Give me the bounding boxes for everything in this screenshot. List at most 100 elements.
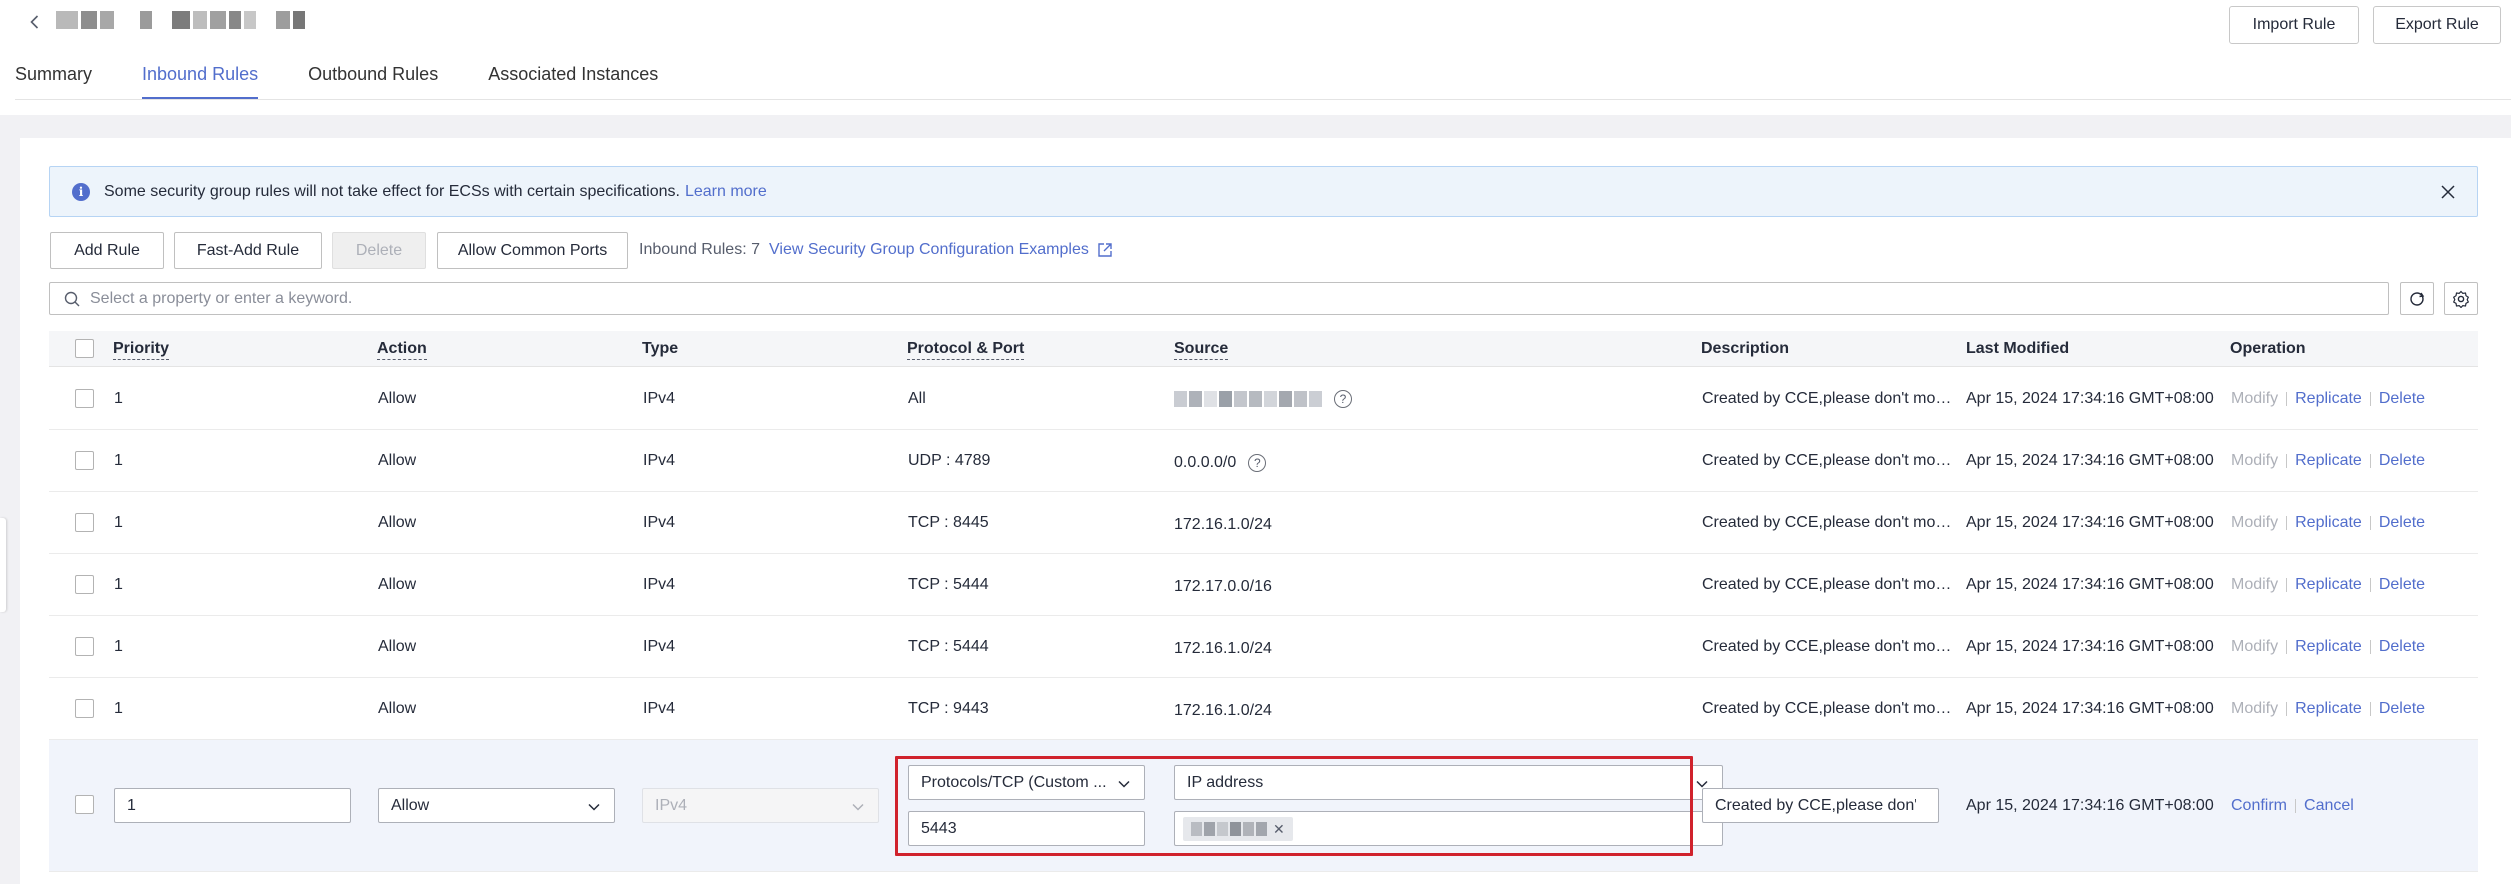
- add-rule-button[interactable]: Add Rule: [50, 232, 164, 269]
- source-cell: 172.16.1.0/24: [1174, 492, 1272, 554]
- col-protocol-port[interactable]: Protocol & Port: [907, 331, 1025, 367]
- info-icon: i: [72, 182, 90, 201]
- replicate-link[interactable]: Replicate: [2295, 514, 2362, 531]
- description-cell: Created by CCE,please don't modify!: [1702, 390, 1952, 407]
- col-type: Type: [642, 340, 679, 357]
- separator: [2286, 391, 2288, 406]
- source-cell: 172.16.1.0/24: [1174, 678, 1272, 740]
- modify-link[interactable]: Modify: [2231, 514, 2278, 531]
- import-rule-button[interactable]: Import Rule: [2229, 6, 2359, 44]
- delete-link[interactable]: Delete: [2379, 576, 2425, 593]
- protocol-port-cell: All: [908, 390, 926, 407]
- refresh-icon: [2410, 291, 2425, 306]
- source-cell: ?: [1174, 368, 1352, 430]
- modify-link[interactable]: Modify: [2231, 638, 2278, 655]
- row-checkbox[interactable]: [75, 389, 94, 408]
- tab-inbound-rules[interactable]: Inbound Rules: [142, 60, 259, 100]
- close-icon: [2441, 185, 2455, 199]
- modify-link[interactable]: Modify: [2231, 452, 2278, 469]
- select-all-checkbox[interactable]: [75, 339, 94, 358]
- type-cell: IPv4: [643, 700, 676, 717]
- delete-link[interactable]: Delete: [2379, 452, 2425, 469]
- replicate-link[interactable]: Replicate: [2295, 390, 2362, 407]
- fast-add-rule-button[interactable]: Fast-Add Rule: [174, 232, 322, 269]
- priority-input-box: [114, 788, 351, 823]
- separator: [2369, 639, 2371, 654]
- delete-link[interactable]: Delete: [2379, 390, 2425, 407]
- delete-link[interactable]: Delete: [2379, 700, 2425, 717]
- action-cell: Allow: [378, 576, 417, 593]
- last-modified-cell: Apr 15, 2024 17:34:16 GMT+08:00: [1966, 452, 2214, 469]
- type-select: IPv4: [642, 788, 879, 823]
- separator: [2286, 577, 2288, 592]
- allow-common-ports-button[interactable]: Allow Common Ports: [437, 232, 628, 269]
- description-input-box: [1702, 788, 1939, 823]
- description-cell: Created by CCE,please don't modify!: [1702, 514, 1952, 531]
- modify-link[interactable]: Modify: [2231, 576, 2278, 593]
- edit-operations: Confirm Cancel: [2231, 775, 2354, 837]
- col-operation: Operation: [2230, 340, 2306, 357]
- priority-cell: 1: [114, 514, 123, 531]
- row-checkbox[interactable]: [75, 699, 94, 718]
- row-checkbox[interactable]: [75, 795, 94, 814]
- tab-summary[interactable]: Summary: [15, 60, 92, 100]
- separator: [2286, 701, 2288, 716]
- priority-input[interactable]: [127, 796, 328, 815]
- protocol-port-cell: TCP : 5444: [908, 576, 989, 593]
- confirm-button[interactable]: Confirm: [2231, 797, 2287, 814]
- delete-button[interactable]: Delete: [332, 232, 426, 269]
- tab-outbound-rules[interactable]: Outbound Rules: [308, 60, 438, 100]
- row-checkbox[interactable]: [75, 513, 94, 532]
- side-collapse-handle[interactable]: [0, 518, 6, 612]
- alert-text: Some security group rules will not take …: [104, 182, 680, 200]
- action-select[interactable]: Allow: [378, 788, 615, 823]
- action-cell: Allow: [378, 390, 417, 407]
- protocol-port-cell: TCP : 8445: [908, 514, 989, 531]
- view-examples-link[interactable]: View Security Group Configuration Exampl…: [769, 241, 1113, 259]
- replicate-link[interactable]: Replicate: [2295, 452, 2362, 469]
- table-row: 1 Allow IPv4 TCP : 9443 172.16.1.0/24 Created…: [49, 678, 2478, 740]
- separator: [2369, 577, 2371, 592]
- replicate-link[interactable]: Replicate: [2295, 576, 2362, 593]
- type-cell: IPv4: [643, 576, 676, 593]
- modify-link[interactable]: Modify: [2231, 700, 2278, 717]
- cancel-button[interactable]: Cancel: [2304, 797, 2354, 814]
- col-priority[interactable]: Priority: [113, 331, 170, 367]
- description-cell: Created by CCE,please don't modify!: [1702, 638, 1952, 655]
- alert-close-button[interactable]: [2437, 181, 2459, 203]
- row-checkbox[interactable]: [75, 451, 94, 470]
- replicate-link[interactable]: Replicate: [2295, 700, 2362, 717]
- help-icon[interactable]: ?: [1248, 453, 1267, 472]
- protocol-port-cell: UDP : 4789: [908, 452, 991, 469]
- col-source[interactable]: Source: [1174, 331, 1229, 367]
- help-icon[interactable]: ?: [1334, 389, 1352, 408]
- separator: [2369, 515, 2371, 530]
- tab-associated-instances[interactable]: Associated Instances: [488, 60, 658, 100]
- row-checkbox[interactable]: [75, 575, 94, 594]
- info-alert: i Some security group rules will not tak…: [49, 166, 2478, 217]
- learn-more-link[interactable]: Learn more: [685, 183, 767, 201]
- back-button[interactable]: [22, 9, 48, 35]
- source-cell: 172.17.0.0/16: [1174, 554, 1272, 616]
- modify-link[interactable]: Modify: [2231, 390, 2278, 407]
- search-input[interactable]: [90, 289, 2290, 308]
- delete-link[interactable]: Delete: [2379, 514, 2425, 531]
- gear-icon: [2452, 290, 2470, 308]
- source-value: 172.16.1.0/24: [1174, 516, 1272, 533]
- refresh-button[interactable]: [2400, 282, 2434, 315]
- type-cell: IPv4: [643, 390, 676, 407]
- settings-button[interactable]: [2444, 282, 2478, 315]
- view-examples-link-label: View Security Group Configuration Exampl…: [769, 241, 1089, 258]
- col-action[interactable]: Action: [377, 331, 427, 367]
- last-modified-cell: Apr 15, 2024 17:34:16 GMT+08:00: [1966, 576, 2214, 593]
- type-select-value: IPv4: [655, 796, 688, 814]
- search-box: [49, 282, 2389, 315]
- row-checkbox[interactable]: [75, 637, 94, 656]
- replicate-link[interactable]: Replicate: [2295, 638, 2362, 655]
- description-input[interactable]: [1715, 796, 1916, 815]
- export-rule-button[interactable]: Export Rule: [2373, 6, 2501, 44]
- table-row: 1 Allow IPv4 TCP : 5444 172.17.0.0/16 Created…: [49, 554, 2478, 616]
- source-value: 172.16.1.0/24: [1174, 702, 1272, 719]
- operation-cell: Modify Replicate Delete: [2231, 368, 2425, 430]
- delete-link[interactable]: Delete: [2379, 638, 2425, 655]
